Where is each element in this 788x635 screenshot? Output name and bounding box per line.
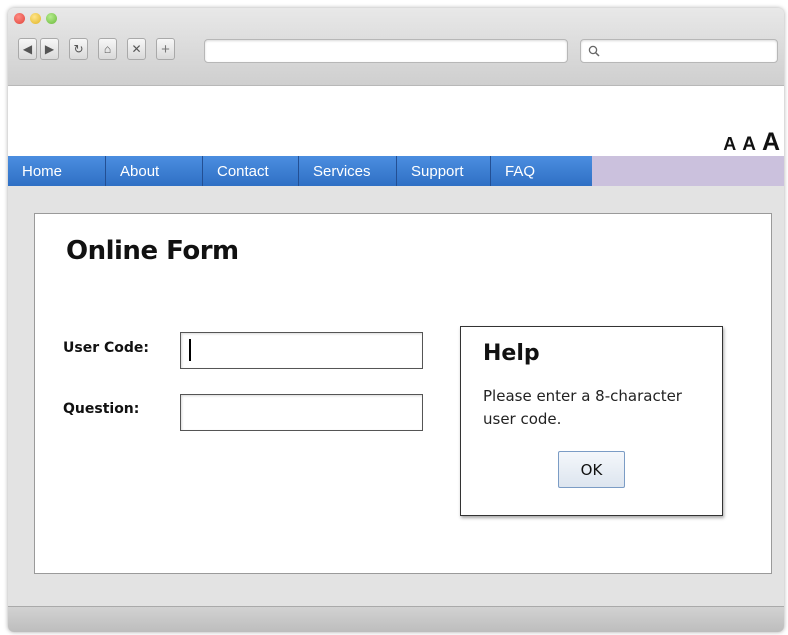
browser-status-bar [8, 606, 784, 632]
reload-button[interactable]: ↻ [69, 38, 88, 60]
text-size-controls: A A A [723, 128, 780, 157]
forward-arrow-icon: ▶ [44, 42, 55, 56]
nav-item-home[interactable]: Home [8, 156, 106, 186]
browser-toolbar: ◀ ▶ ↻ ⌂ ✕ + [18, 38, 175, 60]
main-navigation: Home About Contact Services Support FAQ [8, 156, 784, 186]
browser-search-field[interactable] [580, 39, 778, 63]
search-icon [588, 45, 600, 57]
window-controls [14, 13, 57, 24]
user-code-label: User Code: [63, 340, 149, 356]
browser-window: ◀ ▶ ↻ ⌂ ✕ + A A A Home About Contact Ser… [8, 8, 784, 632]
text-size-medium-button[interactable]: A [742, 134, 756, 156]
text-size-small-button[interactable]: A [723, 134, 736, 155]
nav-item-faq[interactable]: FAQ [491, 156, 592, 186]
nav-menu: Home About Contact Services Support FAQ [8, 156, 592, 186]
nav-item-services[interactable]: Services [299, 156, 397, 186]
address-bar[interactable] [204, 39, 568, 63]
new-tab-button[interactable]: + [156, 38, 175, 60]
zoom-window-button[interactable] [46, 13, 57, 24]
help-message: Please enter a 8-character user code. [483, 387, 682, 428]
nav-item-contact[interactable]: Contact [203, 156, 299, 186]
nav-item-support[interactable]: Support [397, 156, 491, 186]
back-button[interactable]: ◀ [18, 38, 37, 60]
stop-button[interactable]: ✕ [127, 38, 146, 60]
help-dialog: Help Please enter a 8-character user cod… [460, 326, 723, 516]
home-button[interactable]: ⌂ [98, 38, 117, 60]
question-label: Question: [63, 401, 140, 417]
text-size-large-button[interactable]: A [762, 128, 780, 157]
close-window-button[interactable] [14, 13, 25, 24]
minimize-window-button[interactable] [30, 13, 41, 24]
text-caret [189, 339, 191, 361]
web-page: A A A Home About Contact Services Suppor… [8, 86, 784, 606]
forward-button[interactable]: ▶ [40, 38, 59, 60]
online-form-panel: Online Form User Code: Question: Help Pl… [34, 213, 772, 574]
form-title: Online Form [66, 236, 239, 266]
browser-chrome: ◀ ▶ ↻ ⌂ ✕ + [8, 8, 784, 86]
back-arrow-icon: ◀ [22, 42, 33, 56]
close-icon: ✕ [131, 42, 142, 56]
help-title: Help [483, 341, 540, 366]
ok-button[interactable]: OK [558, 451, 625, 488]
user-code-input[interactable] [180, 332, 423, 369]
plus-icon: + [161, 40, 170, 58]
home-icon: ⌂ [103, 42, 112, 56]
nav-item-about[interactable]: About [106, 156, 203, 186]
reload-icon: ↻ [73, 42, 84, 56]
question-input[interactable] [180, 394, 423, 431]
